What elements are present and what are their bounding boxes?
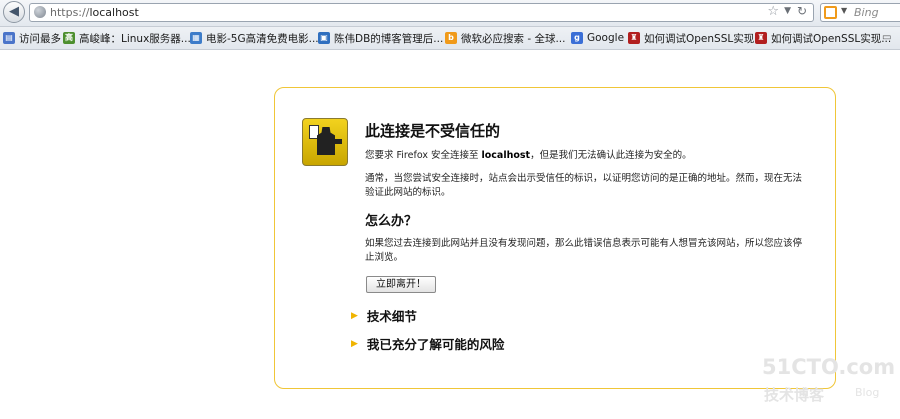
bookmark-item[interactable]: ▤ 访问最多 bbox=[3, 30, 61, 46]
engine-dropdown-icon[interactable]: ▼ bbox=[841, 6, 847, 15]
bookmark-label: 高峻峰：Linux服务器... bbox=[79, 32, 191, 45]
search-box[interactable]: ▼ Bing bbox=[820, 3, 900, 22]
url-host: localhost bbox=[89, 6, 139, 19]
history-dropdown-icon[interactable]: ▼ bbox=[784, 6, 791, 16]
intro-text: 您要求 Firefox 安全连接至 localhost，但是我们无法确认此连接为… bbox=[365, 149, 811, 163]
site-favicon-icon: 高 bbox=[63, 32, 75, 44]
bookmarks-toolbar: ▤ 访问最多 高高峻峰：Linux服务器... ▦ 电影-5G高清免费电影... ▣… bbox=[0, 27, 900, 50]
bookmark-item[interactable]: ♜ 如何调试OpenSSL实现... bbox=[628, 30, 764, 46]
reload-icon[interactable]: ↻ bbox=[797, 4, 807, 18]
untrusted-connection-panel: 此连接是不受信任的 您要求 Firefox 安全连接至 localhost，但是… bbox=[274, 87, 836, 389]
search-placeholder: Bing bbox=[854, 6, 879, 19]
bing-icon: b bbox=[445, 32, 457, 44]
watermark-subtitle: 技术博客 bbox=[764, 386, 825, 404]
watermark-logo: 51CTO.com bbox=[762, 355, 896, 379]
shield-favicon-icon: ♜ bbox=[628, 32, 640, 44]
intro-prefix: 您要求 Firefox 安全连接至 bbox=[365, 150, 482, 161]
technical-details-expander[interactable]: ▶ 技术细节 bbox=[351, 306, 417, 325]
bookmark-item[interactable]: g Google bbox=[571, 30, 624, 46]
security-officer-icon bbox=[302, 118, 348, 166]
watermark-blog: Blog bbox=[855, 386, 880, 399]
understand-risks-expander[interactable]: ▶ 我已充分了解可能的风险 bbox=[351, 334, 504, 353]
bookmark-label: 微软必应搜索 - 全球... bbox=[461, 32, 566, 45]
bookmark-item[interactable]: ▣ 陈伟DB的博客管理后... bbox=[318, 30, 443, 46]
page-title: 此连接是不受信任的 bbox=[365, 122, 501, 140]
officer-hand bbox=[333, 139, 342, 144]
url-bar[interactable]: https://localhost ☆ ▼ ↻ bbox=[29, 3, 814, 22]
search-engine-icon[interactable] bbox=[824, 6, 837, 19]
bookmark-item[interactable]: 高高峻峰：Linux服务器... bbox=[63, 30, 191, 46]
advice-text: 如果您过去连接到此网站并且没有发现问题，那么此错误信息表示可能有人想冒充该网站，… bbox=[365, 238, 803, 263]
shield-favicon-icon: ♜ bbox=[755, 32, 767, 44]
bookmark-label: 如何调试OpenSSL实现... bbox=[644, 32, 765, 45]
bookmark-item[interactable]: ▦ 电影-5G高清免费电影... bbox=[190, 30, 319, 46]
expander-label: 技术细节 bbox=[366, 309, 417, 324]
bookmark-star-icon[interactable]: ☆ bbox=[767, 4, 779, 19]
expand-triangle-icon: ▶ bbox=[351, 310, 358, 321]
bookmark-item[interactable]: b 微软必应搜索 - 全球... bbox=[445, 30, 565, 46]
bookmark-item[interactable]: ♜ 如何调试OpenSSL实现... bbox=[755, 30, 891, 46]
site-favicon-icon: ▦ bbox=[190, 32, 202, 44]
bookmark-label: 如何调试OpenSSL实现... bbox=[771, 32, 892, 45]
intro-suffix: ，但是我们无法确认此连接为安全的。 bbox=[530, 150, 692, 161]
get-me-out-button[interactable]: 立即离开！ bbox=[366, 276, 436, 293]
site-favicon-icon: ▣ bbox=[318, 32, 330, 44]
bookmarks-menu-icon[interactable]: ▭ bbox=[882, 32, 891, 43]
what-to-do-heading: 怎么办？ bbox=[365, 214, 418, 229]
bookmark-label: 电影-5G高清免费电影... bbox=[206, 32, 319, 45]
bookmark-label: 访问最多 bbox=[19, 32, 61, 45]
bookmark-label: Google bbox=[587, 32, 625, 44]
navigation-toolbar: ◀ https://localhost ☆ ▼ ↻ ▼ Bing bbox=[0, 0, 900, 27]
url-scheme: https:// bbox=[50, 6, 90, 19]
explanation-text: 通常，当您尝试安全连接时，站点会出示受信任的标识，以证明您访问的是正确的地址。然… bbox=[365, 173, 803, 198]
expand-triangle-icon: ▶ bbox=[351, 338, 358, 349]
globe-icon bbox=[34, 6, 46, 18]
most-visited-icon: ▤ bbox=[3, 32, 15, 44]
intro-host: localhost bbox=[481, 150, 531, 161]
expander-label: 我已充分了解可能的风险 bbox=[366, 337, 505, 352]
bookmark-label: 陈伟DB的博客管理后... bbox=[334, 32, 444, 45]
url-text[interactable]: https://localhost bbox=[50, 6, 139, 19]
back-arrow-icon[interactable]: ◀ bbox=[3, 1, 25, 23]
google-icon: g bbox=[571, 32, 583, 44]
